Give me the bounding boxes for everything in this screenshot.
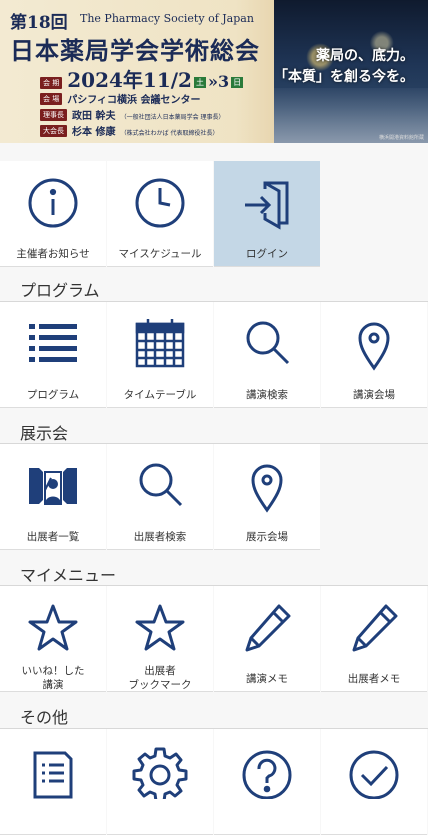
tile-program[interactable]: プログラム — [0, 302, 106, 408]
tile-label: ログイン — [246, 248, 288, 260]
empty-slot — [321, 161, 427, 267]
login-icon — [239, 175, 295, 231]
catch-line-2: 「本質」を創る今を。 — [274, 69, 414, 85]
map-pin-icon — [346, 316, 402, 372]
gear-icon — [132, 743, 188, 799]
banner-edition: 第18回 — [10, 13, 68, 33]
tile-exhibitor-memo[interactable]: 出展者メモ — [321, 586, 427, 692]
sunday-badge: 日 — [231, 77, 244, 88]
section-title-exhibition: 展示会 — [20, 424, 69, 443]
tile-label: マイスケジュール — [118, 248, 202, 260]
tile-exhibitor-list[interactable]: 出展者一覧 — [0, 444, 106, 550]
top-menu-grid: 主催者お知らせ マイスケジュール ログイン — [0, 161, 428, 267]
tile-settings[interactable] — [107, 729, 213, 835]
tile-label: 展示会場 — [246, 531, 288, 543]
tile-label: 出展者メモ — [347, 673, 401, 685]
exhibitor-icon — [25, 458, 81, 514]
tile-label: 講演メモ — [246, 673, 288, 685]
tile-label: 講演検索 — [246, 389, 288, 401]
tile-document[interactable] — [0, 729, 106, 835]
info-icon — [25, 175, 81, 231]
mymenu-grid: いいね！した 講演 出展者 ブックマーク 講演メモ 出展者メモ — [0, 586, 428, 692]
saturday-badge: 土 — [193, 77, 206, 88]
tile-label: 主催者お知らせ — [16, 248, 90, 260]
list-icon — [25, 316, 81, 372]
tile-my-schedule[interactable]: マイスケジュール — [107, 161, 213, 267]
banner-catchphrase: 薬局の、底力。 「本質」を創る今を。 — [274, 46, 414, 88]
chair-tag: 理事長 — [40, 108, 67, 121]
pencil-icon — [239, 600, 295, 656]
tile-liked-lectures[interactable]: いいね！した 講演 — [0, 586, 106, 692]
tile-check[interactable] — [321, 729, 427, 835]
tile-exhibitor-bookmark[interactable]: 出展者 ブックマーク — [107, 586, 213, 692]
venue-tag: 会 場 — [40, 92, 63, 105]
president-tag: 大会長 — [40, 124, 67, 137]
president-org: （株式会社わかば 代表取締役社長） — [120, 130, 219, 137]
banner-society-en: The Pharmacy Society of Japan — [80, 12, 254, 25]
section-title-program: プログラム — [20, 281, 100, 300]
clock-icon — [132, 175, 188, 231]
tile-label: タイムテーブル — [123, 389, 197, 401]
tile-label: 出展者検索 — [133, 531, 187, 543]
search-icon — [132, 458, 188, 514]
map-pin-icon — [239, 458, 295, 514]
section-title-mymenu: マイメニュー — [20, 566, 117, 585]
star-icon — [132, 600, 188, 656]
tile-lecture-venue[interactable]: 講演会場 — [321, 302, 427, 408]
tile-login[interactable]: ログイン — [214, 161, 320, 267]
tile-label: いいね！した 講演 — [21, 665, 85, 691]
pencil-icon — [346, 600, 402, 656]
banner-president: 大会長 杉本 修康 （株式会社わかば 代表取締役社長） — [40, 120, 219, 139]
tile-label: プログラム — [26, 389, 80, 401]
program-grid: プログラム タイムテーブル 講演検索 講演会場 — [0, 302, 428, 408]
tile-organizer-news[interactable]: 主催者お知らせ — [0, 161, 106, 267]
tile-lecture-memo[interactable]: 講演メモ — [214, 586, 320, 692]
tile-label: 出展者一覧 — [26, 531, 80, 543]
catch-rest: を創る今を。 — [330, 69, 414, 85]
tile-label: 出展者 ブックマーク — [128, 665, 192, 691]
calendar-grid-icon — [132, 316, 188, 372]
banner-credit: 横浜開港資料館所蔵 — [378, 135, 424, 141]
check-circle-icon — [346, 743, 402, 799]
search-icon — [239, 316, 295, 372]
section-title-other: その他 — [20, 708, 69, 727]
tile-exhibitor-search[interactable]: 出展者検索 — [107, 444, 213, 550]
banner-title: 日本薬局学会学術総会 — [10, 36, 260, 65]
catch-quote: 本質 — [288, 69, 316, 85]
period-tag: 会 期 — [40, 76, 63, 89]
star-icon — [25, 600, 81, 656]
document-icon — [25, 743, 81, 799]
other-grid — [0, 729, 428, 835]
tile-help[interactable] — [214, 729, 320, 835]
help-icon — [239, 743, 295, 799]
event-banner: 第18回 The Pharmacy Society of Japan 日本薬局学… — [0, 0, 428, 143]
tile-lecture-search[interactable]: 講演検索 — [214, 302, 320, 408]
period-end: »3 — [207, 72, 230, 91]
empty-slot — [321, 444, 427, 550]
exhibition-grid: 出展者一覧 出展者検索 展示会場 — [0, 444, 428, 550]
tile-label: 講演会場 — [353, 389, 395, 401]
tile-exhibition-venue[interactable]: 展示会場 — [214, 444, 320, 550]
president-name: 杉本 修康 — [72, 127, 116, 138]
tile-timetable[interactable]: タイムテーブル — [107, 302, 213, 408]
catch-line-1: 薬局の、底力。 — [316, 48, 414, 64]
